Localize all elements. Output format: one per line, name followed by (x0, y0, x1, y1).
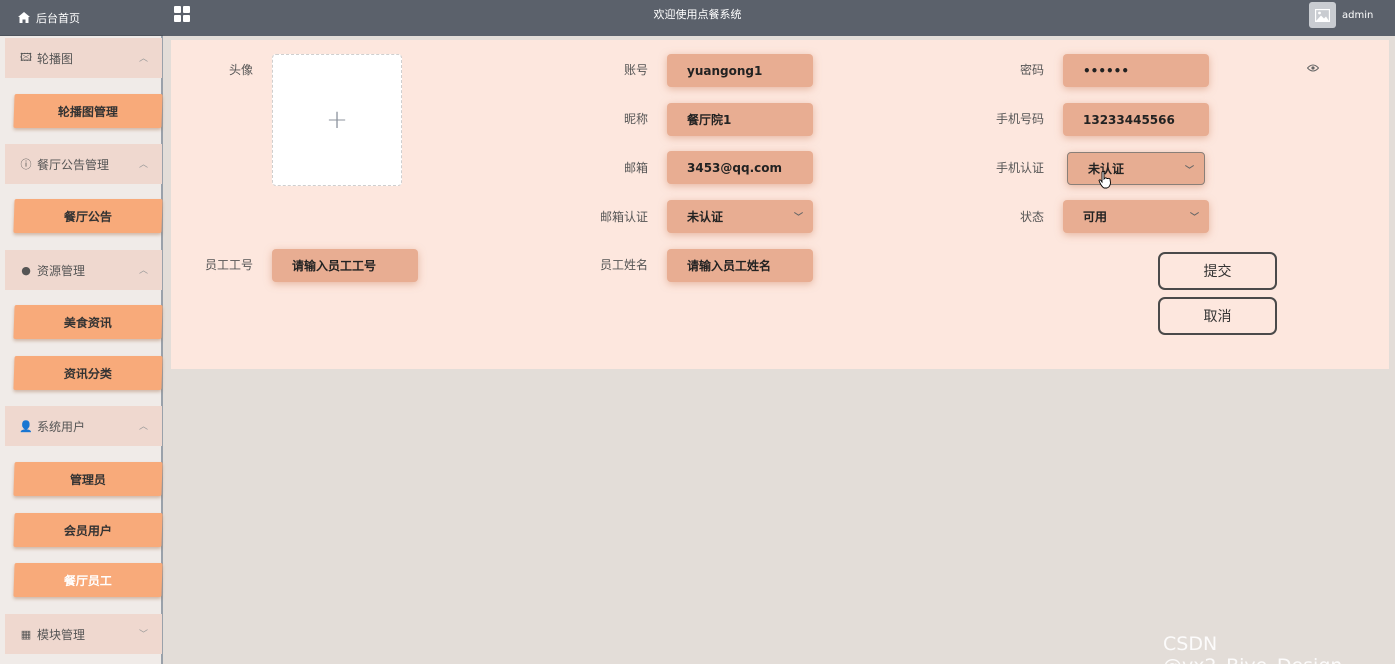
chevron-down-icon: ﹀ (1189, 213, 1199, 223)
sidebar-item-food-news[interactable]: 美食资讯 (13, 305, 163, 339)
status-label: 状态 (1019, 210, 1044, 224)
status-value: 可用 (1083, 210, 1108, 224)
avatar-label: 头像 (228, 63, 253, 77)
sidebar-item-staff[interactable]: 餐厅员工 (13, 563, 163, 597)
avatar-upload[interactable]: + (272, 54, 402, 186)
sidebar-group-label: 系统用户 (37, 419, 86, 434)
sidebar-group-label: 资源管理 (37, 263, 86, 278)
sidebar-group-resources[interactable]: ● 资源管理 ︿ (5, 250, 162, 290)
top-bar: 后台首页 欢迎使用点餐系统 admin (0, 0, 1395, 36)
chevron-down-icon: ﹀ (138, 630, 148, 640)
pin-icon: ● (21, 263, 31, 277)
account-input[interactable]: yuangong1 (667, 54, 813, 87)
home-label: 后台首页 (36, 11, 80, 25)
sidebar-item-announcement[interactable]: 餐厅公告 (13, 199, 163, 233)
sidebar-item-carousel-manage[interactable]: 轮播图管理 (13, 94, 163, 128)
email-input[interactable]: 3453@qq.com (667, 151, 813, 184)
sidebar-item-members[interactable]: 会员用户 (13, 513, 163, 547)
home-icon (18, 12, 30, 23)
watermark: CSDN @vx2_Biye_Design (1163, 633, 1342, 664)
chevron-up-icon: ︿ (138, 266, 148, 276)
password-input[interactable]: •••••• (1063, 54, 1209, 87)
username[interactable]: admin (1342, 0, 1373, 32)
home-button[interactable]: 后台首页 (0, 0, 163, 36)
email-verify-select[interactable]: 未认证 ﹀ (667, 200, 813, 233)
sidebar-group-carousel[interactable]: 🖾 轮播图 ︿ (5, 38, 162, 78)
password-label: 密码 (1019, 63, 1044, 77)
menu-toggle-icon[interactable] (174, 6, 190, 22)
email-verify-label: 邮箱认证 (599, 210, 648, 224)
image-icon: 🖾 (20, 50, 32, 64)
chevron-up-icon: ︿ (138, 422, 148, 432)
phone-input[interactable]: 13233445566 (1063, 103, 1209, 136)
chevron-down-icon: ﹀ (793, 213, 803, 223)
email-verify-value: 未认证 (687, 210, 724, 224)
sidebar-item-news-category[interactable]: 资讯分类 (13, 356, 163, 390)
sidebar-group-label: 轮播图 (37, 51, 74, 66)
submit-button[interactable]: 提交 (1158, 252, 1277, 290)
hand-cursor-icon (1098, 171, 1111, 189)
avatar[interactable] (1309, 2, 1336, 28)
chevron-down-icon: ﹀ (1184, 166, 1194, 176)
eye-icon[interactable] (1307, 64, 1319, 72)
phone-verify-label: 手机认证 (995, 161, 1044, 175)
sidebar-group-system-users[interactable]: 👤 系统用户 ︿ (5, 406, 162, 446)
phone-verify-select[interactable]: 未认证 ﹀ (1067, 152, 1205, 185)
sidebar-group-label: 模块管理 (37, 627, 86, 642)
sidebar-group-announcement[interactable]: ⓘ 餐厅公告管理 ︿ (5, 144, 162, 184)
staff-name-input[interactable]: 请输入员工姓名 (667, 249, 813, 282)
staff-no-input[interactable]: 请输入员工工号 (272, 249, 418, 282)
email-label: 邮箱 (623, 161, 648, 175)
page-title: 欢迎使用点餐系统 (653, 8, 742, 21)
sidebar-group-modules[interactable]: ▦ 模块管理 ﹀ (5, 614, 162, 654)
staff-no-label: 员工工号 (204, 258, 253, 272)
nickname-input[interactable]: 餐厅院1 (667, 103, 813, 136)
cancel-button[interactable]: 取消 (1158, 297, 1277, 335)
staff-name-label: 员工姓名 (599, 258, 648, 272)
status-select[interactable]: 可用 ﹀ (1063, 200, 1209, 233)
info-icon: ⓘ (20, 158, 32, 171)
grid-icon: ▦ (20, 627, 32, 641)
account-label: 账号 (623, 63, 648, 77)
image-placeholder-icon (1315, 8, 1330, 22)
sidebar-group-label: 餐厅公告管理 (37, 157, 110, 172)
user-icon: 👤 (19, 419, 33, 433)
chevron-up-icon: ︿ (138, 54, 148, 64)
phone-label: 手机号码 (995, 112, 1044, 126)
plus-icon: + (326, 105, 348, 135)
nickname-label: 昵称 (623, 112, 648, 126)
chevron-up-icon: ︿ (138, 160, 148, 170)
sidebar-item-admin[interactable]: 管理员 (13, 462, 163, 496)
